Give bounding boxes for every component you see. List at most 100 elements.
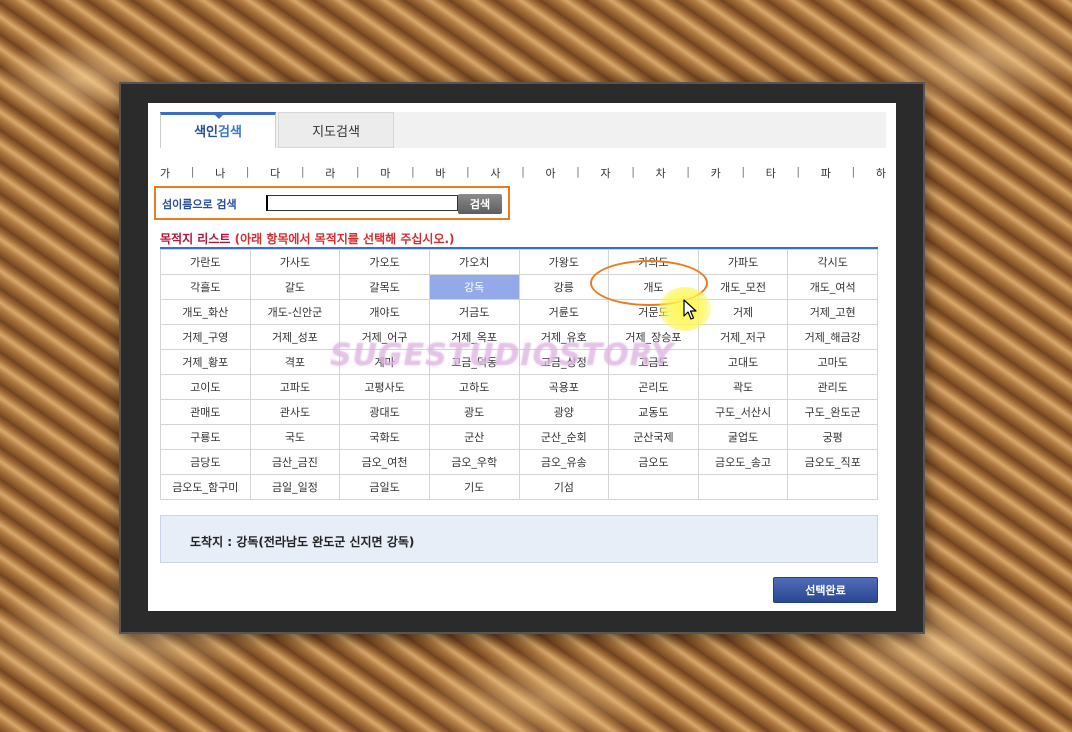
destination-cell[interactable]: 곽도 bbox=[697, 374, 789, 400]
destination-cell[interactable]: 고이도 bbox=[160, 374, 251, 400]
destination-cell[interactable]: 관리도 bbox=[787, 374, 878, 400]
destination-cell[interactable]: 교동도 bbox=[608, 399, 699, 425]
table-row: 개도_화산 개도-신안군 개야도 거금도 거륜도 거문도 거제 거제_고현 bbox=[160, 299, 878, 325]
destination-cell[interactable]: 관사도 bbox=[249, 399, 341, 425]
destination-cell[interactable]: 거제_고현 bbox=[787, 299, 878, 325]
alphabet-link[interactable]: 사 bbox=[490, 165, 500, 181]
alphabet-link[interactable]: 나 bbox=[215, 165, 225, 181]
destination-cell[interactable]: 거제_성포 bbox=[249, 324, 341, 350]
destination-cell[interactable]: 거문도 bbox=[608, 299, 699, 325]
destination-cell[interactable]: 군산 bbox=[428, 424, 520, 450]
destination-cell[interactable]: 개야도 bbox=[339, 299, 430, 325]
destination-cell[interactable]: 가란도 bbox=[160, 249, 251, 275]
destination-cell[interactable]: 금일_일정 bbox=[249, 474, 341, 500]
destination-cell[interactable]: 가사도 bbox=[249, 249, 341, 275]
destination-cell[interactable]: 금당도 bbox=[160, 449, 251, 475]
search-button[interactable]: 검색 bbox=[458, 194, 502, 214]
destination-cell[interactable]: 금오도 bbox=[608, 449, 699, 475]
destination-cell[interactable]: 고파도 bbox=[249, 374, 341, 400]
done-button[interactable]: 선택완료 bbox=[773, 577, 878, 603]
destination-cell[interactable]: 금오도_송고 bbox=[697, 449, 789, 475]
tab-map-search[interactable]: 지도검색 bbox=[278, 112, 394, 148]
destination-cell[interactable]: 격포 bbox=[249, 349, 341, 375]
destination-cell[interactable]: 각시도 bbox=[787, 249, 878, 275]
alphabet-link[interactable]: 파 bbox=[821, 165, 831, 181]
alphabet-link[interactable]: 차 bbox=[656, 165, 666, 181]
destination-cell[interactable]: 거륜도 bbox=[518, 299, 610, 325]
destination-cell[interactable]: 계마 bbox=[339, 349, 430, 375]
destination-cell[interactable]: 갈목도 bbox=[339, 274, 430, 300]
destination-cell[interactable]: 금오도_직포 bbox=[787, 449, 878, 475]
destination-cell[interactable]: 가의도 bbox=[608, 249, 699, 275]
alphabet-link[interactable]: 바 bbox=[435, 165, 445, 181]
destination-cell[interactable]: 국화도 bbox=[339, 424, 430, 450]
destination-cell[interactable]: 광양 bbox=[518, 399, 610, 425]
destination-cell[interactable]: 기섬 bbox=[518, 474, 610, 500]
destination-cell[interactable]: 거제_저구 bbox=[697, 324, 789, 350]
destination-cell[interactable]: 고대도 bbox=[697, 349, 789, 375]
destination-cell[interactable]: 고금_덕동 bbox=[428, 349, 520, 375]
alphabet-link[interactable]: 마 bbox=[380, 165, 390, 181]
destination-cell[interactable]: 고금도 bbox=[608, 349, 699, 375]
destination-cell[interactable]: 금산_금진 bbox=[249, 449, 341, 475]
destination-cell[interactable]: 거제_장승포 bbox=[608, 324, 699, 350]
destination-cell[interactable]: 강독 bbox=[428, 274, 520, 300]
destination-cell[interactable]: 가오치 bbox=[428, 249, 520, 275]
destination-cell[interactable]: 금오도_함구미 bbox=[160, 474, 251, 500]
destination-cell[interactable]: 거제_옥포 bbox=[428, 324, 520, 350]
destination-cell[interactable]: 거제_어구 bbox=[339, 324, 430, 350]
destination-cell[interactable]: 가왕도 bbox=[518, 249, 610, 275]
destination-cell[interactable]: 국도 bbox=[249, 424, 341, 450]
alphabet-separator: | bbox=[851, 165, 856, 178]
destination-cell[interactable]: 군산_순회 bbox=[518, 424, 610, 450]
destination-cell[interactable]: 금일도 bbox=[339, 474, 430, 500]
alphabet-link[interactable]: 자 bbox=[601, 165, 611, 181]
tab-index-search[interactable]: 색인검색 bbox=[160, 112, 276, 148]
destination-cell[interactable]: 구도_완도군 bbox=[787, 399, 878, 425]
destination-cell[interactable]: 금오_여천 bbox=[339, 449, 430, 475]
destination-cell[interactable]: 개도_모전 bbox=[697, 274, 789, 300]
destination-cell[interactable]: 거제 bbox=[697, 299, 789, 325]
destination-cell[interactable]: 거금도 bbox=[428, 299, 520, 325]
alphabet-link[interactable]: 아 bbox=[545, 165, 555, 181]
destination-cell[interactable]: 광대도 bbox=[339, 399, 430, 425]
alphabet-link[interactable]: 라 bbox=[325, 165, 335, 181]
alphabet-link[interactable]: 카 bbox=[711, 165, 721, 181]
destination-cell[interactable]: 각흘도 bbox=[160, 274, 251, 300]
destination-cell[interactable]: 고마도 bbox=[787, 349, 878, 375]
alphabet-link[interactable]: 하 bbox=[876, 165, 886, 181]
destination-cell bbox=[787, 474, 878, 500]
destination-cell[interactable]: 궁평 bbox=[787, 424, 878, 450]
destination-cell[interactable]: 강릉 bbox=[518, 274, 610, 300]
destination-cell[interactable]: 개도-신안군 bbox=[249, 299, 341, 325]
destination-cell[interactable]: 가오도 bbox=[339, 249, 430, 275]
destination-cell[interactable]: 거제_구영 bbox=[160, 324, 251, 350]
alphabet-link[interactable]: 다 bbox=[270, 165, 280, 181]
destination-cell[interactable]: 금오_유송 bbox=[518, 449, 610, 475]
destination-cell[interactable]: 개도_여석 bbox=[787, 274, 878, 300]
destination-cell[interactable]: 구도_서산시 bbox=[697, 399, 789, 425]
destination-cell[interactable]: 곤리도 bbox=[608, 374, 699, 400]
table-row: 거제_황포 격포 계마 고금_덕동 고금_상정 고금도 고대도 고마도 bbox=[160, 349, 878, 375]
alphabet-link[interactable]: 가 bbox=[160, 165, 170, 181]
destination-cell[interactable]: 금오_우학 bbox=[428, 449, 520, 475]
destination-cell[interactable]: 곡용포 bbox=[518, 374, 610, 400]
destination-cell[interactable]: 개도_화산 bbox=[160, 299, 251, 325]
destination-cell[interactable]: 가파도 bbox=[697, 249, 789, 275]
destination-cell[interactable]: 거제_유호 bbox=[518, 324, 610, 350]
destination-cell[interactable]: 광도 bbox=[428, 399, 520, 425]
alphabet-link[interactable]: 타 bbox=[766, 165, 776, 181]
destination-cell[interactable]: 고평사도 bbox=[339, 374, 430, 400]
destination-cell[interactable]: 굴업도 bbox=[697, 424, 789, 450]
destination-cell[interactable]: 고금_상정 bbox=[518, 349, 610, 375]
destination-cell[interactable]: 갈도 bbox=[249, 274, 341, 300]
destination-cell[interactable]: 관매도 bbox=[160, 399, 251, 425]
destination-cell[interactable]: 고하도 bbox=[428, 374, 520, 400]
destination-cell[interactable]: 구룡도 bbox=[160, 424, 251, 450]
destination-cell[interactable]: 거제_해금강 bbox=[787, 324, 878, 350]
destination-cell[interactable]: 군산국제 bbox=[608, 424, 699, 450]
search-input[interactable] bbox=[266, 195, 458, 211]
destination-cell[interactable]: 개도 bbox=[608, 274, 699, 300]
destination-cell[interactable]: 거제_황포 bbox=[160, 349, 251, 375]
destination-cell[interactable]: 기도 bbox=[428, 474, 520, 500]
